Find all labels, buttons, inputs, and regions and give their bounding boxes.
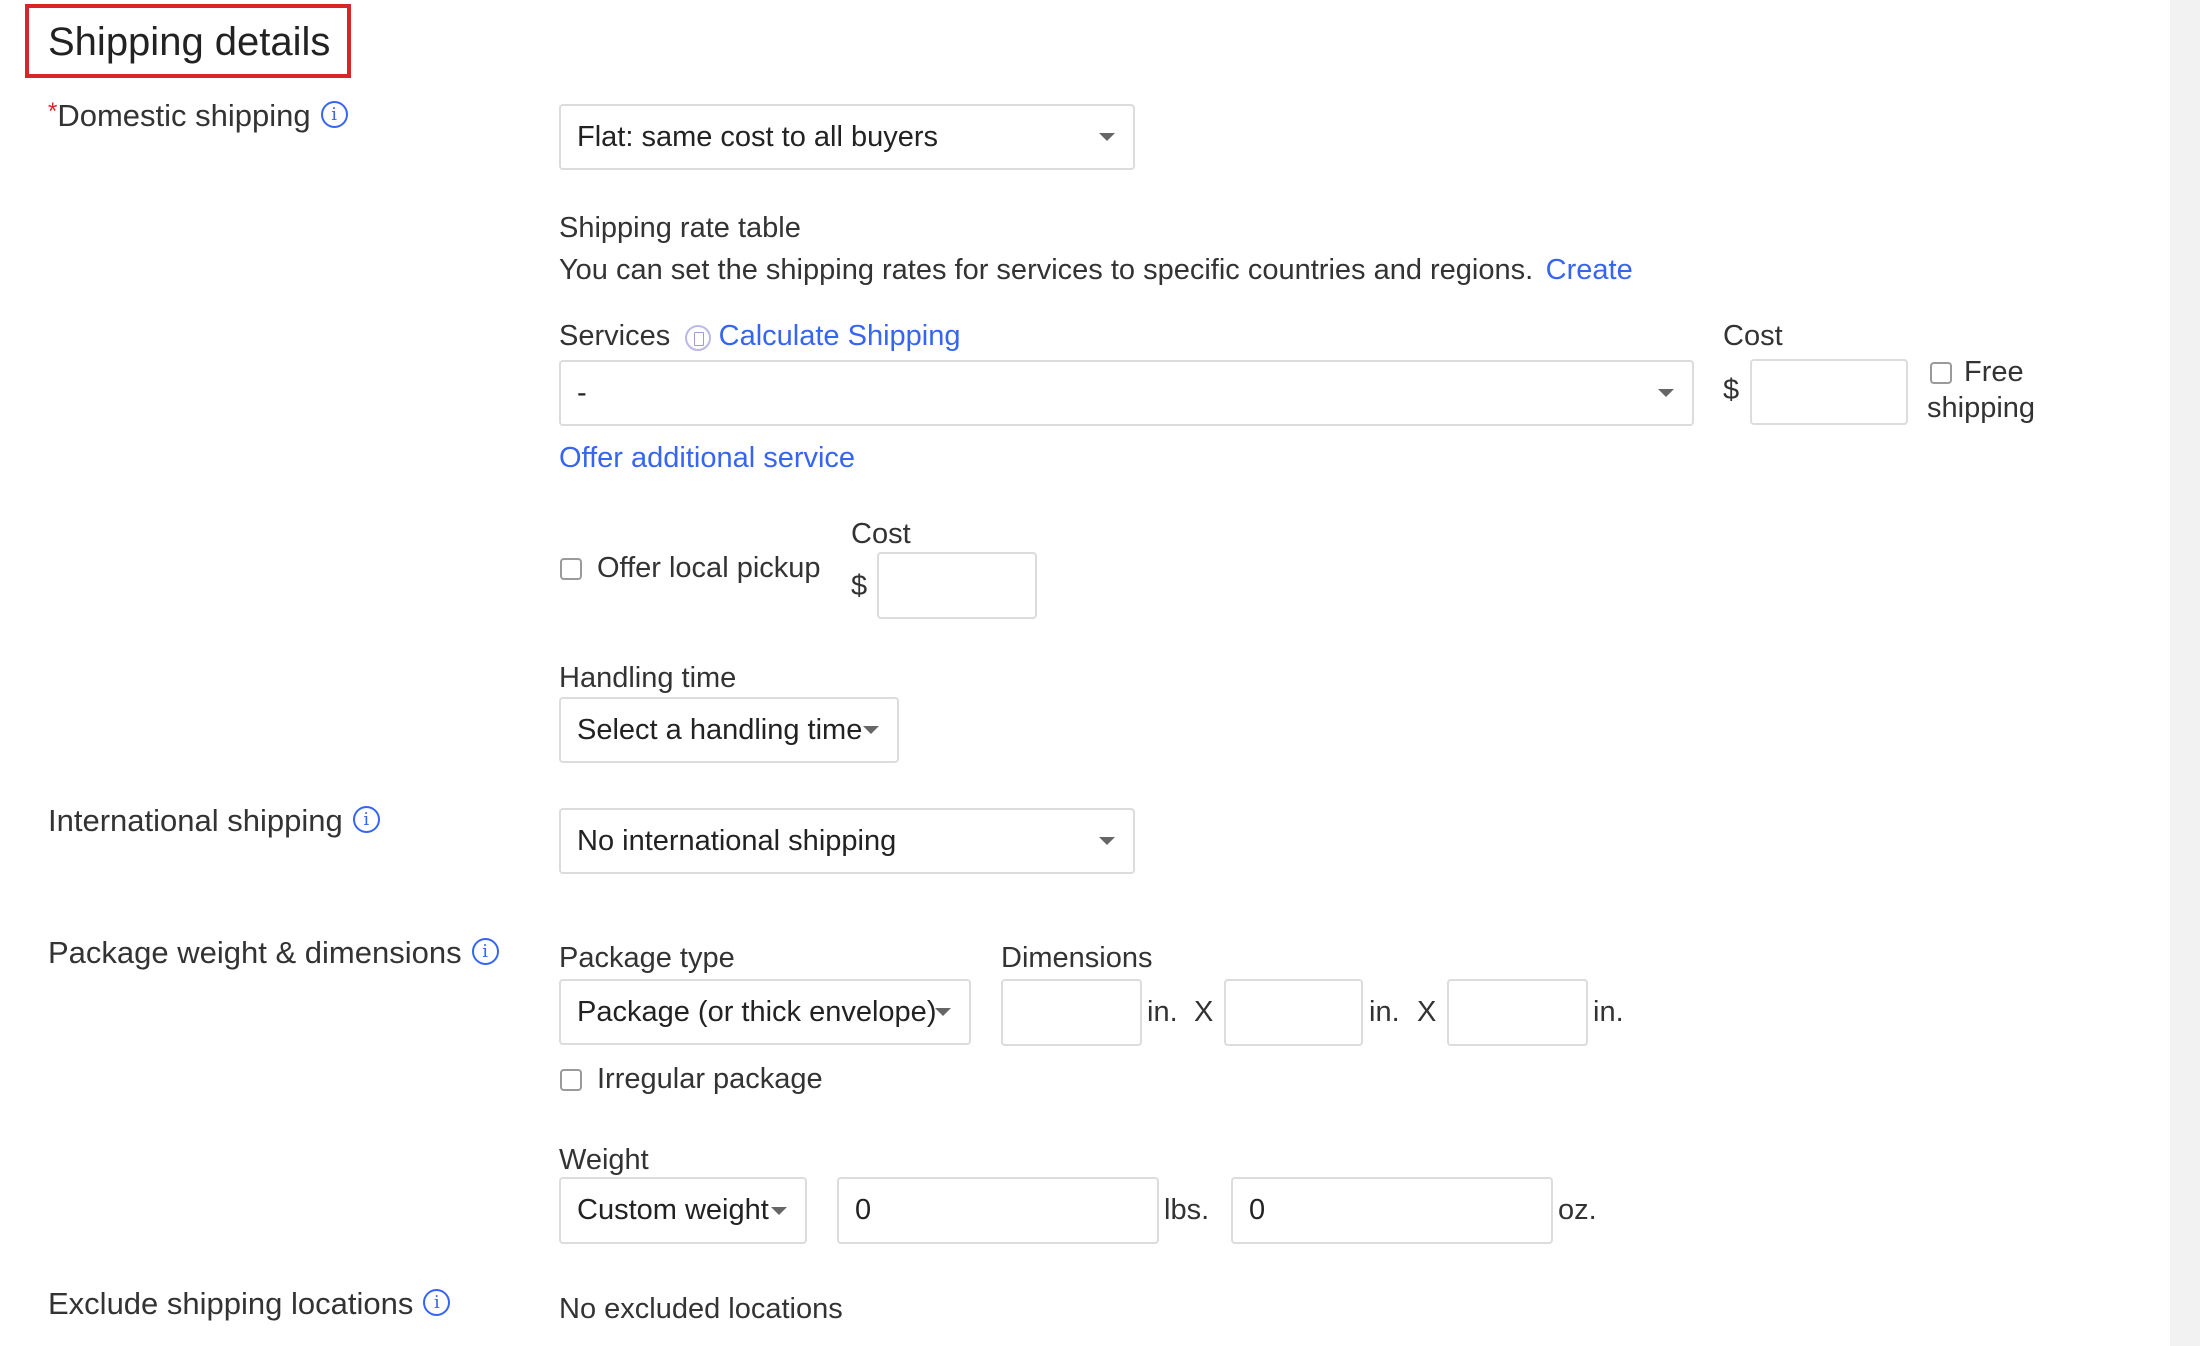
package-weight-dimensions-text: Package weight & dimensions [48, 935, 462, 970]
chevron-down-icon [1099, 837, 1115, 845]
domestic-shipping-type-value: Flat: same cost to all buyers [577, 120, 939, 153]
chevron-down-icon [1099, 133, 1115, 141]
required-mark: * [48, 98, 58, 125]
chevron-down-icon [1658, 389, 1674, 397]
dimension-unit: in. [1593, 996, 1624, 1028]
chevron-down-icon [863, 726, 879, 734]
shipping-service-value: - [577, 376, 587, 409]
calculate-shipping-link[interactable]: Calculate Shipping [719, 320, 961, 352]
service-cost-input[interactable] [1750, 359, 1908, 425]
dimension-width-input[interactable] [1224, 979, 1363, 1046]
oz-unit: oz. [1558, 1194, 1597, 1226]
rate-table-heading: Shipping rate table [559, 212, 801, 244]
pickup-currency-symbol: $ [851, 570, 868, 602]
free-shipping-label-line2: shipping [1927, 392, 2036, 424]
free-shipping-checkbox[interactable] [1930, 362, 1952, 384]
exclude-shipping-locations-text: Exclude shipping locations [48, 1286, 414, 1321]
services-header: Services Calculate Shipping [559, 320, 960, 354]
dimension-unit: in. [1147, 996, 1178, 1028]
pickup-cost-label: Cost [851, 518, 911, 550]
international-shipping-text: International shipping [48, 803, 343, 838]
shipping-service-select[interactable]: - [559, 360, 1694, 426]
package-type-select[interactable]: Package (or thick envelope) [559, 979, 971, 1045]
currency-symbol: $ [1723, 374, 1740, 406]
excluded-locations-value: No excluded locations [559, 1293, 843, 1325]
info-icon[interactable]: i [352, 806, 380, 834]
pickup-cost-input[interactable] [877, 552, 1037, 619]
international-shipping-select[interactable]: No international shipping [559, 808, 1135, 874]
weight-type-select[interactable]: Custom weight [559, 1177, 807, 1244]
local-pickup-checkbox[interactable] [560, 558, 582, 580]
domestic-shipping-type-select[interactable]: Flat: same cost to all buyers [559, 104, 1135, 170]
chevron-down-icon [771, 1206, 787, 1215]
irregular-package-label: Irregular package [597, 1063, 823, 1095]
weight-type-value: Custom weight [577, 1194, 769, 1226]
international-shipping-value: No international shipping [577, 824, 897, 857]
chevron-down-icon [935, 1008, 951, 1016]
page-gutter [2170, 0, 2200, 1346]
domestic-shipping-label: *Domestic shipping i [48, 98, 348, 134]
offer-additional-service-link[interactable]: Offer additional service [559, 442, 855, 475]
info-icon[interactable]: i [471, 938, 499, 966]
handling-time-select[interactable]: Select a handling time [559, 697, 899, 763]
dimension-unit: in. [1369, 996, 1400, 1028]
local-pickup-label: Offer local pickup [597, 552, 821, 584]
exclude-shipping-locations-label: Exclude shipping locations i [48, 1286, 451, 1322]
dimensions-label: Dimensions [1001, 942, 1153, 974]
handling-time-label: Handling time [559, 662, 737, 694]
info-icon[interactable]: i [320, 101, 348, 129]
handling-time-value: Select a handling time [577, 713, 863, 746]
calculate-shipping[interactable]: Calculate Shipping [684, 320, 960, 352]
services-label: Services [559, 320, 671, 352]
weight-label: Weight [559, 1144, 649, 1176]
rate-table-description-line: You can set the shipping rates for servi… [559, 254, 1633, 287]
service-cost-label: Cost [1723, 320, 1783, 352]
dimension-separator: X [1194, 996, 1214, 1028]
package-type-value: Package (or thick envelope) [577, 995, 937, 1028]
package-weight-dimensions-label: Package weight & dimensions i [48, 935, 499, 971]
rate-table-description: You can set the shipping rates for servi… [559, 254, 1534, 286]
international-shipping-label: International shipping i [48, 803, 380, 839]
dimension-length-input[interactable] [1001, 979, 1142, 1046]
calculator-icon [684, 324, 711, 351]
section-title: Shipping details [48, 20, 331, 64]
weight-lbs-input[interactable]: 0 [837, 1177, 1159, 1244]
free-shipping-label-line1: Free [1964, 356, 2024, 388]
domestic-shipping-text: Domestic shipping [57, 98, 311, 133]
weight-oz-input[interactable]: 0 [1231, 1177, 1553, 1244]
irregular-package-checkbox[interactable] [560, 1069, 582, 1091]
create-rate-table-link[interactable]: Create [1546, 254, 1633, 286]
lbs-unit: lbs. [1164, 1194, 1210, 1226]
info-icon[interactable]: i [423, 1289, 451, 1317]
package-type-label: Package type [559, 942, 735, 974]
dimension-height-input[interactable] [1447, 979, 1588, 1046]
dimension-separator: X [1417, 996, 1437, 1028]
